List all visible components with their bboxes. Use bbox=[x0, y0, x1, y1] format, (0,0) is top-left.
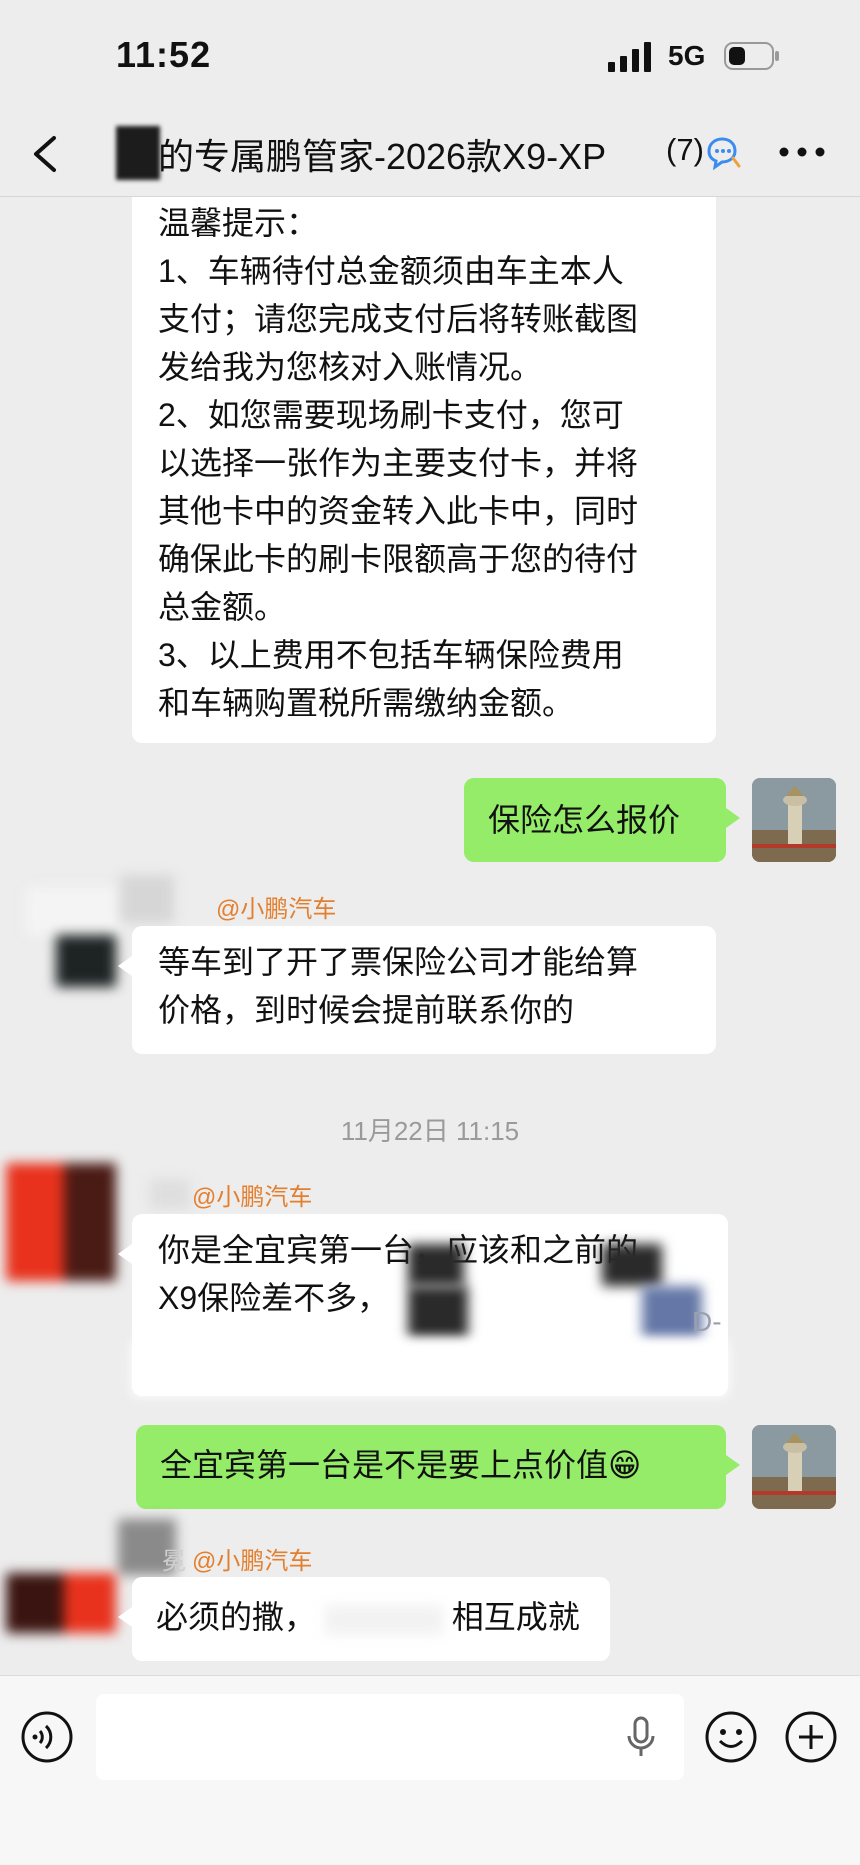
message-tail-fragment: D- bbox=[692, 1306, 722, 1337]
status-time: 11:52 bbox=[116, 34, 212, 75]
redacted-content-block bbox=[408, 1286, 468, 1338]
message-list[interactable]: 温馨提示： 1、车辆待付总金额须由车主本人 支付；请您完成支付后将转账截图 发给… bbox=[0, 197, 860, 1675]
avatar-other[interactable] bbox=[26, 887, 122, 987]
sender-name: @小鹏汽车 bbox=[216, 896, 337, 923]
notice-line: 1、车辆待付总金额须由车主本人 bbox=[158, 253, 624, 289]
message-line: 价格，到时候会提前联系你的 bbox=[158, 992, 575, 1028]
message-incoming[interactable]: 你是全宜宾第一台，应该和之前的 X9保险差不多， D- bbox=[118, 1214, 728, 1396]
notice-line: 总金额。 bbox=[158, 589, 287, 625]
chat-header: 的专属鹏管家-2026款X9-XP (7) bbox=[0, 110, 860, 197]
notice-line: 3、以上费用不包括车辆保险费用 bbox=[158, 637, 624, 673]
message-outgoing[interactable]: 保险怎么报价 bbox=[464, 778, 740, 862]
voice-icon[interactable] bbox=[20, 1710, 74, 1764]
avatar-self[interactable] bbox=[752, 778, 836, 862]
notice-line: 温馨提示： bbox=[158, 205, 319, 241]
message-text: 全宜宾第一台是不是要上点价值😁 bbox=[160, 1447, 642, 1483]
redacted-name-block bbox=[116, 126, 160, 180]
notice-line: 2、如您需要现场刷卡支付，您可 bbox=[158, 397, 624, 433]
sender-name: @小鹏汽车 bbox=[192, 1184, 313, 1211]
redacted-sender-block bbox=[150, 1179, 190, 1209]
input-bar bbox=[0, 1675, 860, 1865]
redacted-content-block bbox=[602, 1244, 662, 1286]
notice-line: 以选择一张作为主要支付卡，并将 bbox=[158, 445, 639, 481]
microphone-icon[interactable] bbox=[626, 1716, 656, 1758]
avatar-image bbox=[752, 778, 836, 862]
plus-icon[interactable] bbox=[784, 1710, 838, 1764]
battery-icon bbox=[724, 42, 779, 70]
message-text: 保险怎么报价 bbox=[488, 802, 681, 838]
avatar-self[interactable] bbox=[752, 1425, 836, 1509]
redacted-sender-block bbox=[120, 875, 174, 923]
avatar-other[interactable] bbox=[6, 1573, 116, 1633]
notice-line: 发给我为您核对入账情况。 bbox=[158, 349, 543, 385]
back-arrow-icon[interactable] bbox=[26, 132, 66, 176]
message-input[interactable] bbox=[96, 1694, 684, 1780]
network-type: 5G bbox=[668, 40, 706, 71]
timestamp-divider: 11月22日 11:15 bbox=[340, 1116, 520, 1146]
sender-name-prefix: 冕 bbox=[162, 1548, 186, 1575]
member-count: (7) bbox=[660, 132, 704, 168]
chat-title[interactable]: 的专属鹏管家-2026款X9-XP bbox=[158, 128, 698, 180]
message-notice[interactable]: 温馨提示： 1、车辆待付总金额须由车主本人 支付；请您完成支付后将转账截图 发给… bbox=[132, 197, 716, 743]
avatar-other[interactable] bbox=[6, 1163, 116, 1281]
redacted-content-block bbox=[324, 1604, 443, 1635]
notice-line: 支付；请您完成支付后将转账截图 bbox=[158, 301, 639, 337]
sender-name: @小鹏汽车 bbox=[192, 1548, 313, 1575]
message-incoming[interactable]: 必须的撒， 相互成就 bbox=[118, 1577, 610, 1661]
notice-line: 和车辆购置税所需缴纳金额。 bbox=[158, 685, 575, 721]
message-line: 等车到了开了票保险公司才能给算 bbox=[158, 944, 639, 980]
message-incoming[interactable]: 等车到了开了票保险公司才能给算 价格，到时候会提前联系你的 bbox=[118, 926, 716, 1054]
notice-line: 确保此卡的刷卡限额高于您的待付 bbox=[158, 541, 639, 577]
redacted-content-block bbox=[132, 1340, 728, 1396]
emoji-icon[interactable] bbox=[704, 1710, 758, 1764]
more-icon[interactable] bbox=[776, 140, 828, 164]
signal-icon bbox=[608, 42, 651, 72]
status-bar: 11:52 5G bbox=[0, 0, 860, 110]
message-text: 必须的撒， bbox=[156, 1599, 317, 1635]
redacted-content-block bbox=[408, 1244, 464, 1286]
message-outgoing[interactable]: 全宜宾第一台是不是要上点价值😁 bbox=[136, 1425, 740, 1509]
group-chat-icon[interactable] bbox=[705, 136, 741, 170]
avatar-image bbox=[752, 1425, 836, 1509]
notice-line: 其他卡中的资金转入此卡中，同时 bbox=[158, 493, 639, 529]
message-text: 相互成就 bbox=[451, 1599, 580, 1635]
